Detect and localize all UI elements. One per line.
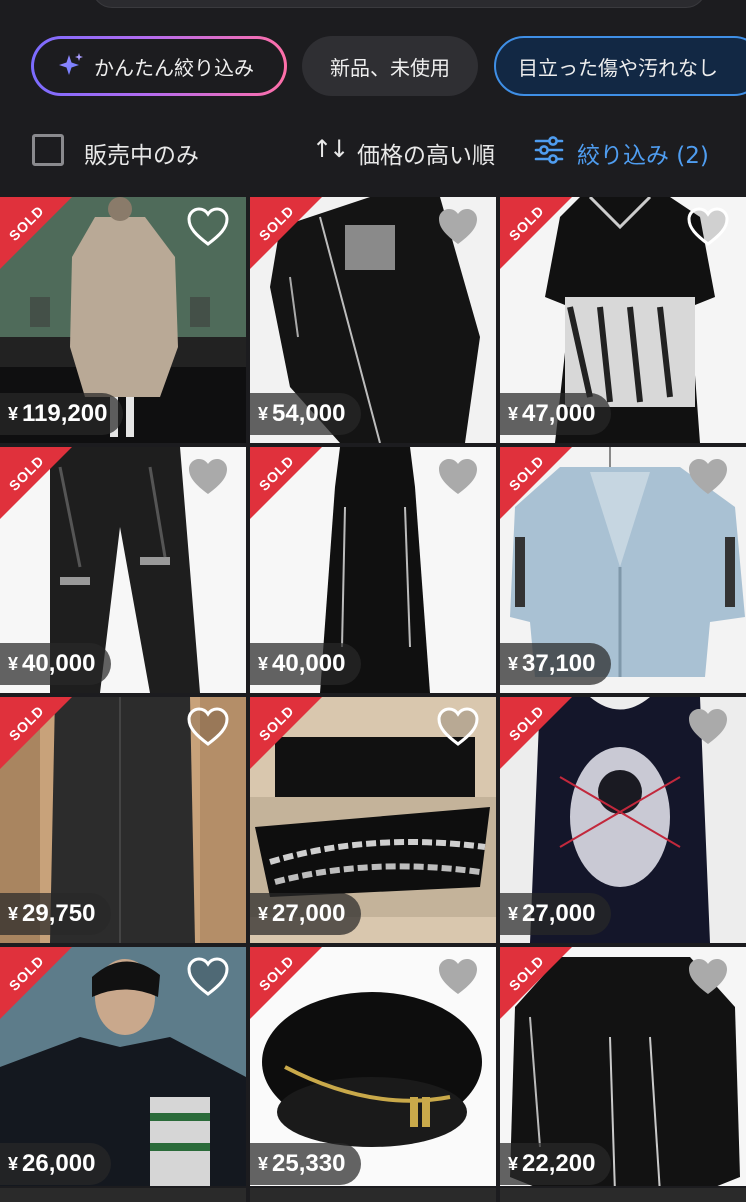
heart-icon[interactable] (186, 207, 230, 247)
heart-icon[interactable] (186, 707, 230, 747)
heart-icon[interactable] (186, 957, 230, 997)
product-card[interactable]: SOLD ¥25,330 (250, 947, 496, 1193)
on-sale-checkbox[interactable] (32, 134, 64, 166)
heart-icon[interactable] (436, 957, 480, 997)
sold-badge: SOLD (500, 697, 580, 777)
product-card[interactable]: SOLD ¥40,000 (250, 447, 496, 693)
sort-icon[interactable]: ↑↓ (312, 135, 349, 163)
product-card[interactable]: SOLD ¥29,750 (0, 697, 246, 943)
heart-icon[interactable] (436, 457, 480, 497)
product-card[interactable]: SOLD ¥47,000 (500, 197, 746, 443)
heart-icon[interactable] (436, 707, 480, 747)
price-tag: ¥26,000 (0, 1143, 112, 1185)
price-tag: ¥25,330 (250, 1143, 362, 1185)
ai-filter-chip[interactable]: かんたん絞り込み (31, 36, 287, 96)
on-sale-label[interactable]: 販売中のみ (84, 136, 199, 170)
no-damage-label: 目立った傷や汚れなし (518, 55, 718, 80)
price-tag: ¥22,200 (500, 1143, 612, 1185)
sold-badge: SOLD (0, 447, 80, 527)
sold-badge: SOLD (0, 197, 80, 277)
price-tag: ¥40,000 (250, 643, 362, 685)
quick-filter-chips: かんたん絞り込み 新品、未使用 目立った傷や汚れなし (0, 36, 746, 100)
product-card[interactable]: SOLD ¥119,200 (0, 197, 246, 443)
price-tag: ¥27,000 (250, 893, 362, 935)
sold-badge: SOLD (500, 947, 580, 1027)
heart-icon[interactable] (686, 957, 730, 997)
sold-badge: SOLD (250, 447, 330, 527)
price-tag: ¥37,100 (500, 643, 612, 685)
new-unused-chip[interactable]: 新品、未使用 (302, 36, 478, 96)
heart-icon[interactable] (686, 207, 730, 247)
price-tag: ¥27,000 (500, 893, 612, 935)
heart-icon[interactable] (686, 707, 730, 747)
new-unused-label: 新品、未使用 (330, 55, 450, 80)
product-card[interactable]: SOLD ¥37,100 (500, 447, 746, 693)
next-row-peek (0, 1186, 746, 1202)
product-card[interactable]: SOLD ¥40,000 (0, 447, 246, 693)
sold-badge: SOLD (0, 697, 80, 777)
no-damage-chip[interactable]: 目立った傷や汚れなし (494, 36, 746, 96)
product-card[interactable]: SOLD ¥22,200 (500, 947, 746, 1193)
heart-icon[interactable] (686, 457, 730, 497)
heart-icon[interactable] (186, 457, 230, 497)
filter-sort-bar: 販売中のみ ↑↓ 価格の高い順 絞り込み (2) (0, 118, 746, 184)
filter-button[interactable]: 絞り込み (2) (577, 136, 709, 170)
filter-sliders-icon[interactable] (533, 134, 565, 166)
price-tag: ¥29,750 (0, 893, 112, 935)
price-tag: ¥119,200 (0, 393, 124, 435)
heart-icon[interactable] (436, 207, 480, 247)
price-tag: ¥54,000 (250, 393, 362, 435)
price-tag: ¥47,000 (500, 393, 612, 435)
sold-badge: SOLD (500, 197, 580, 277)
product-card[interactable]: SOLD ¥27,000 (500, 697, 746, 943)
price-tag: ¥40,000 (0, 643, 112, 685)
ai-filter-label: かんたん絞り込み (94, 55, 254, 80)
sold-badge: SOLD (250, 197, 330, 277)
product-card[interactable]: SOLD ¥54,000 (250, 197, 496, 443)
product-card[interactable]: SOLD ¥27,000 (250, 697, 496, 943)
sold-badge: SOLD (0, 947, 80, 1027)
sold-badge: SOLD (250, 697, 330, 777)
product-card[interactable]: SOLD ¥26,000 (0, 947, 246, 1193)
sold-badge: SOLD (250, 947, 330, 1027)
search-bar[interactable] (92, 0, 706, 8)
sold-badge: SOLD (500, 447, 580, 527)
sort-button[interactable]: 価格の高い順 (357, 136, 495, 170)
sparkle-icon (59, 53, 83, 75)
